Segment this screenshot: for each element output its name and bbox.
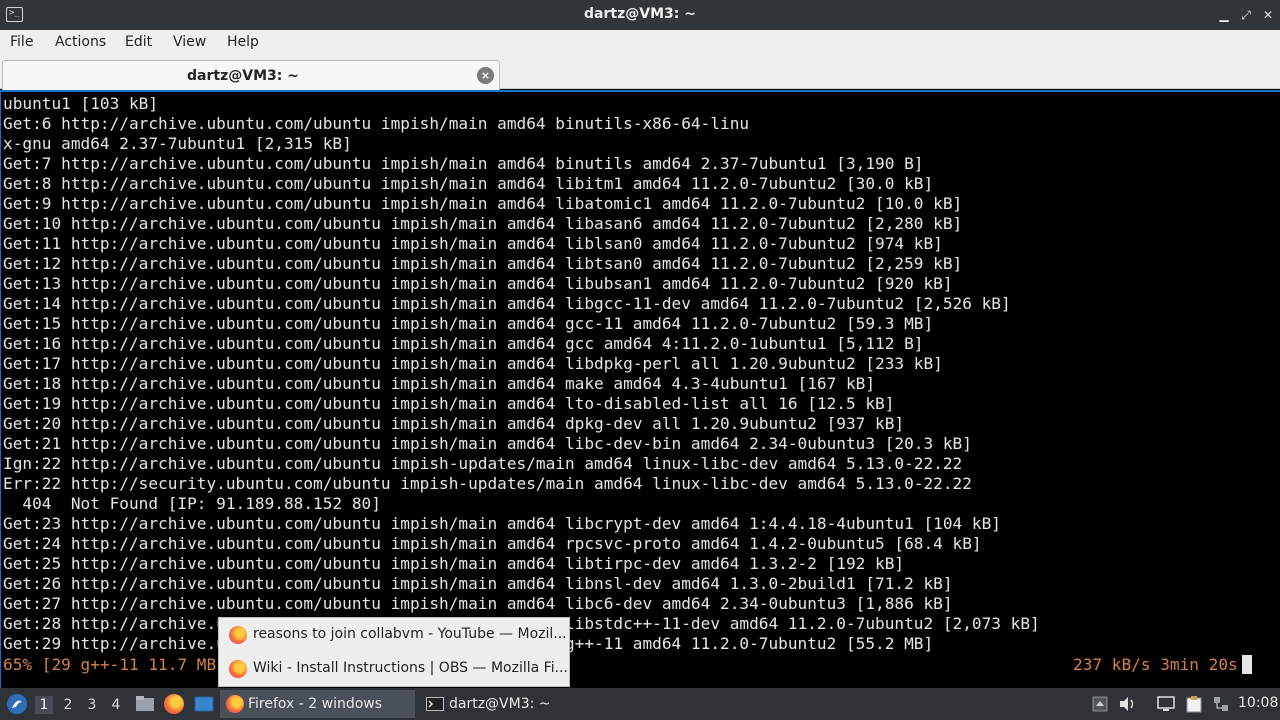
firefox-icon [164, 694, 184, 714]
clipboard-tray-button[interactable] [1183, 688, 1205, 720]
desktop-icon [194, 696, 214, 712]
menu-actions[interactable]: Actions [55, 34, 106, 50]
terminal-line: Get:19 http://archive.ubuntu.com/ubuntu … [3, 394, 895, 413]
desktop-3[interactable]: 3 [83, 696, 101, 714]
terminal-line: Get:27 http://archive.ubuntu.com/ubuntu … [3, 594, 953, 613]
firefox-icon [229, 626, 247, 644]
terminal-line: Get:17 http://archive.ubuntu.com/ubuntu … [3, 354, 943, 373]
terminal-line: ubuntu1 [103 kB] [3, 94, 159, 113]
folder-icon [136, 696, 154, 711]
firefox-window-list-popup: reasons to join collabvm - YouTube — Moz… [218, 617, 570, 687]
desktop-1[interactable]: 1 [35, 696, 53, 714]
desktop-2[interactable]: 2 [59, 696, 77, 714]
terminal-line: Get:20 http://archive.ubuntu.com/ubuntu … [3, 414, 905, 433]
terminal-icon [426, 697, 444, 711]
task-terminal[interactable]: dartz@VM3: ~ [420, 690, 615, 718]
terminal-line: Get:26 http://archive.ubuntu.com/ubuntu … [3, 574, 953, 593]
close-window-button[interactable]: ✕ [1258, 5, 1278, 25]
task-label: Firefox - 2 windows [248, 696, 383, 712]
desktop-4[interactable]: 4 [107, 696, 125, 714]
display-tray-button[interactable] [1155, 688, 1177, 720]
terminal-line: Ign:22 http://archive.ubuntu.com/ubuntu … [3, 454, 963, 473]
lubuntu-logo-icon [7, 694, 27, 714]
tab-close-icon[interactable]: × [477, 67, 494, 84]
tab-bar: dartz@VM3: ~ × [0, 57, 1280, 90]
menu-help[interactable]: Help [227, 34, 259, 50]
start-menu-button[interactable] [4, 688, 30, 720]
terminal-line: Get:13 http://archive.ubuntu.com/ubuntu … [3, 274, 953, 293]
download-progress-status: 65% [29 g++-11 11.7 MB [3, 655, 217, 674]
show-desktop-button[interactable] [192, 688, 216, 720]
clock[interactable]: 10:08 [1238, 695, 1278, 711]
speaker-icon [1120, 697, 1134, 711]
terminal-line: Get:9 http://archive.ubuntu.com/ubuntu i… [3, 194, 963, 213]
download-rate-eta: 237 kB/s 3min 20s [1073, 655, 1238, 674]
terminal-line: Get:10 http://archive.ubuntu.com/ubuntu … [3, 214, 963, 233]
terminal-line: Get:16 http://archive.ubuntu.com/ubuntu … [3, 334, 924, 353]
terminal-line: Get:23 http://archive.ubuntu.com/ubuntu … [3, 514, 1001, 533]
menu-view[interactable]: View [173, 34, 206, 50]
terminal-line: Get:18 http://archive.ubuntu.com/ubuntu … [3, 374, 876, 393]
terminal-line: Get:11 http://archive.ubuntu.com/ubuntu … [3, 234, 943, 253]
menu-file[interactable]: File [10, 34, 33, 50]
tray-updates-button[interactable] [1090, 688, 1110, 720]
clipboard-icon [1186, 696, 1202, 713]
terminal-line: Get:6 http://archive.ubuntu.com/ubuntu i… [3, 114, 750, 133]
menu-bar: File Actions Edit View Help [0, 30, 1280, 57]
upload-tray-icon [1092, 696, 1108, 712]
terminal-line: 404 Not Found [IP: 91.189.88.152 80] [3, 494, 381, 513]
terminal-line: Get:15 http://archive.ubuntu.com/ubuntu … [3, 314, 934, 333]
file-manager-launcher[interactable] [134, 688, 156, 720]
terminal-line: Get:8 http://archive.ubuntu.com/ubuntu i… [3, 174, 934, 193]
terminal-line: Get:12 http://archive.ubuntu.com/ubuntu … [3, 254, 963, 273]
window-title: dartz@VM3: ~ [584, 6, 696, 22]
task-firefox[interactable]: Firefox - 2 windows [220, 690, 415, 718]
terminal-line: Get:14 http://archive.ubuntu.com/ubuntu … [3, 294, 1011, 313]
terminal-output: ubuntu1 [103 kB] Get:6 http://archive.ub… [3, 94, 1040, 654]
menu-edit[interactable]: Edit [125, 34, 152, 50]
volume-button[interactable] [1117, 688, 1139, 720]
firefox-launcher[interactable] [162, 688, 186, 720]
minimize-button[interactable]: ▁ [1214, 5, 1234, 25]
monitor-icon [1157, 696, 1175, 711]
firefox-window-item[interactable]: Wiki - Install Instructions | OBS — Mozi… [227, 657, 568, 681]
tab-label: dartz@VM3: ~ [187, 68, 299, 84]
taskbar: 1 2 3 4 Firefox - 2 windows dartz@VM3: ~ [0, 688, 1280, 720]
terminal-line: Get:25 http://archive.ubuntu.com/ubuntu … [3, 554, 905, 573]
window-item-label: reasons to join collabvm - YouTube — Moz… [253, 626, 567, 642]
firefox-window-item[interactable]: reasons to join collabvm - YouTube — Moz… [227, 623, 567, 647]
network-tray-button[interactable] [1210, 688, 1232, 720]
window-item-label: Wiki - Install Instructions | OBS — Mozi… [253, 660, 568, 676]
network-icon [1214, 697, 1228, 711]
terminal-line: Get:24 http://archive.ubuntu.com/ubuntu … [3, 534, 982, 553]
tab-terminal[interactable]: dartz@VM3: ~ × [2, 60, 500, 90]
terminal-cursor [1242, 655, 1252, 674]
firefox-icon [229, 660, 247, 678]
terminal-line: Err:22 http://security.ubuntu.com/ubuntu… [3, 474, 972, 493]
terminal-line: Get:21 http://archive.ubuntu.com/ubuntu … [3, 434, 972, 453]
terminal-line: x-gnu amd64 2.37-7ubuntu1 [2,315 kB] [3, 134, 352, 153]
firefox-icon [226, 695, 244, 713]
task-label: dartz@VM3: ~ [449, 696, 551, 712]
window-titlebar[interactable]: >_ dartz@VM3: ~ ▁ ⤢ ✕ [0, 0, 1280, 30]
terminal-line: Get:7 http://archive.ubuntu.com/ubuntu i… [3, 154, 924, 173]
maximize-button[interactable]: ⤢ [1236, 5, 1256, 25]
terminal-view[interactable]: ubuntu1 [103 kB] Get:6 http://archive.ub… [0, 90, 1280, 688]
